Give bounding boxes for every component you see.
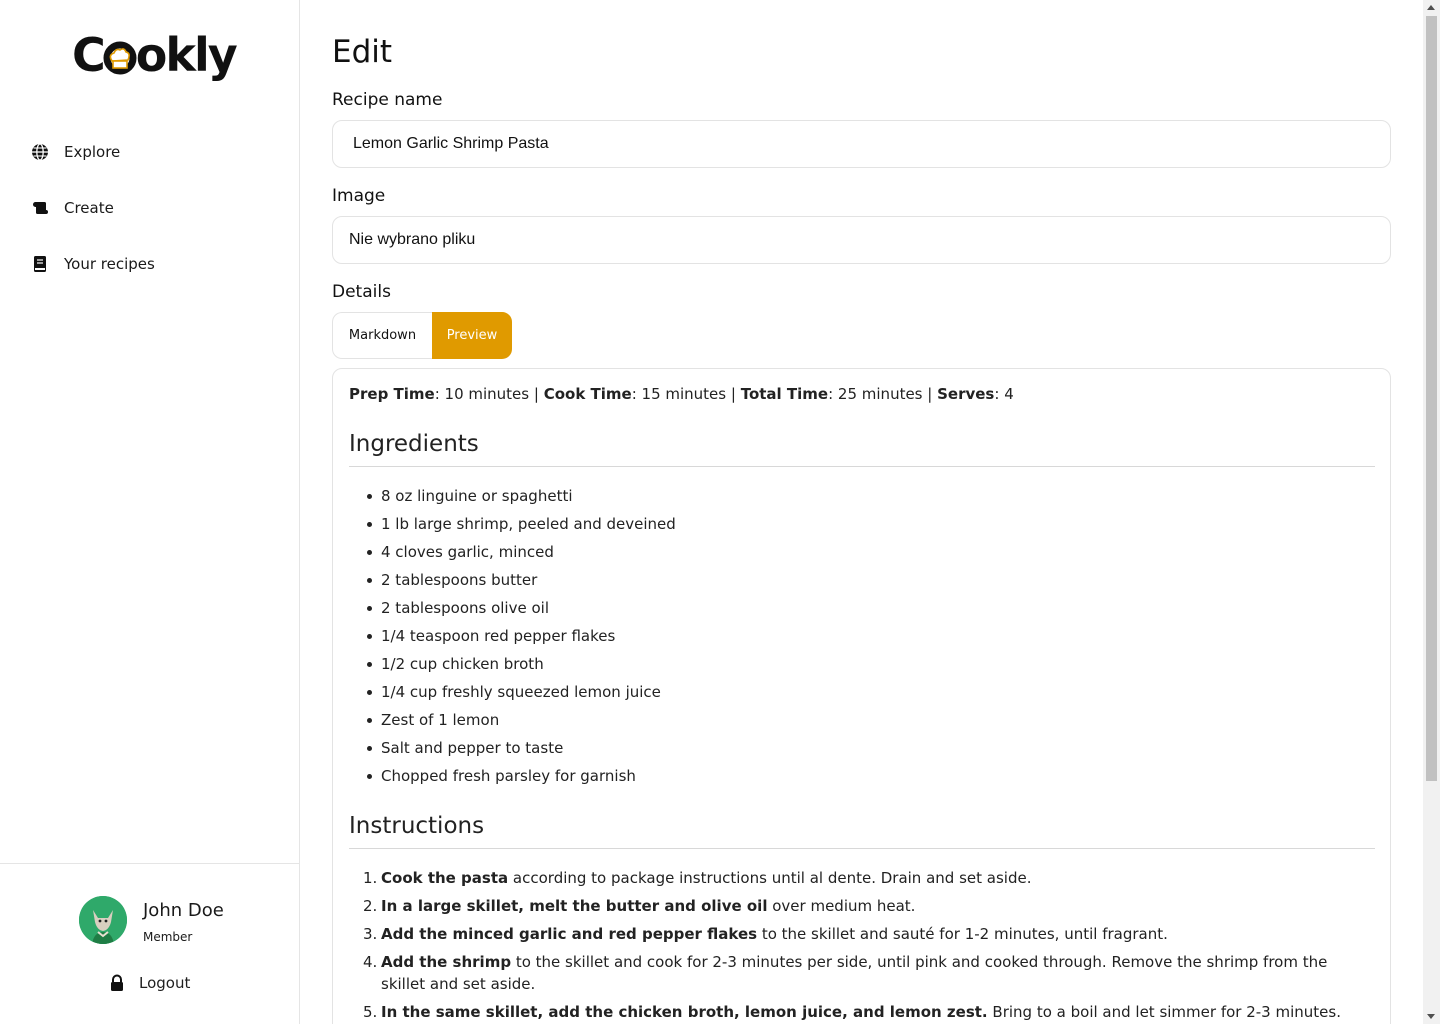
list-item: 4. Add the shrimp to the skillet and cook… xyxy=(363,953,1328,993)
recipe-meta: Prep Time: 10 minutes | Cook Time: 15 mi… xyxy=(349,385,1014,403)
book-icon xyxy=(30,254,50,274)
heading-divider xyxy=(349,466,1375,467)
sidebar-item-label: Your recipes xyxy=(64,255,155,273)
list-item: 1 lb large shrimp, peeled and deveined xyxy=(349,513,676,541)
details-tabs: Markdown Preview xyxy=(332,312,512,359)
image-file-input[interactable]: Nie wybrano pliku xyxy=(332,216,1391,264)
list-item: 2 tablespoons olive oil xyxy=(349,597,676,625)
tab-markdown[interactable]: Markdown xyxy=(332,312,432,359)
main-content: Edit Recipe name Lemon Garlic Shrimp Pas… xyxy=(332,0,1392,1024)
globe-icon xyxy=(30,142,50,162)
meta-key: Serves xyxy=(937,385,995,403)
page-title: Edit xyxy=(332,34,393,70)
list-item: 5. In the same skillet, add the chicken b… xyxy=(363,1003,1341,1021)
image-label: Image xyxy=(332,186,386,206)
logo-text-right: okly xyxy=(135,28,238,82)
list-item: 1. Cook the pasta according to package in… xyxy=(363,869,1032,887)
details-label: Details xyxy=(332,282,391,302)
ingredients-heading: Ingredients xyxy=(349,431,479,457)
meta-value: 10 minutes xyxy=(444,385,530,403)
meta-value: 25 minutes xyxy=(837,385,923,403)
meta-value: 4 xyxy=(1004,385,1014,403)
avatar[interactable] xyxy=(79,896,127,944)
list-item: 1/2 cup chicken broth xyxy=(349,653,676,681)
list-item: Salt and pepper to taste xyxy=(349,737,676,765)
recipe-name-value: Lemon Garlic Shrimp Pasta xyxy=(353,135,549,152)
sidebar-item-explore[interactable]: Explore xyxy=(30,128,155,176)
recipe-name-label: Recipe name xyxy=(332,90,443,110)
sidebar: C okly Explore Create Your recipes John … xyxy=(0,0,300,1024)
user-panel: John Doe Member Logout xyxy=(0,863,300,1024)
sidebar-item-create[interactable]: Create xyxy=(30,184,155,232)
list-item: 8 oz linguine or spaghetti xyxy=(349,485,676,513)
list-item: Chopped fresh parsley for garnish xyxy=(349,765,676,793)
list-item: Zest of 1 lemon xyxy=(349,709,676,737)
list-item: 4 cloves garlic, minced xyxy=(349,541,676,569)
meta-value: 15 minutes xyxy=(641,385,727,403)
tab-preview[interactable]: Preview xyxy=(432,312,512,359)
instructions-heading: Instructions xyxy=(349,813,485,839)
list-item: 3. Add the minced garlic and red pepper f… xyxy=(363,925,1168,943)
logout-label: Logout xyxy=(139,974,191,992)
sidebar-item-your-recipes[interactable]: Your recipes xyxy=(30,240,155,288)
meta-key: Prep Time xyxy=(349,385,435,403)
user-name: John Doe xyxy=(143,900,224,921)
image-file-status: Nie wybrano pliku xyxy=(349,231,476,248)
logout-button[interactable]: Logout xyxy=(108,974,190,992)
scroll-down-icon[interactable] xyxy=(1427,1014,1435,1019)
ingredients-list: 8 oz linguine or spaghetti 1 lb large sh… xyxy=(349,485,676,793)
details-preview: Prep Time: 10 minutes | Cook Time: 15 mi… xyxy=(332,368,1391,1024)
recipe-name-input[interactable]: Lemon Garlic Shrimp Pasta xyxy=(332,120,1391,168)
chef-hat-icon xyxy=(103,35,137,75)
lock-icon xyxy=(108,974,126,992)
heading-divider xyxy=(349,848,1375,849)
sidebar-nav: Explore Create Your recipes xyxy=(30,128,155,296)
scrollbar-thumb[interactable] xyxy=(1426,16,1437,781)
sidebar-item-label: Explore xyxy=(64,143,121,161)
scroll-icon xyxy=(30,198,50,218)
list-item: 2. In a large skillet, melt the butter an… xyxy=(363,897,916,915)
instructions-list: 1. Cook the pasta according to package in… xyxy=(349,867,1359,1024)
list-item: 2 tablespoons butter xyxy=(349,569,676,597)
list-item: 1/4 teaspoon red pepper flakes xyxy=(349,625,676,653)
user-role: Member xyxy=(143,930,193,944)
vertical-scrollbar[interactable] xyxy=(1423,0,1440,1024)
list-item: 1/4 cup freshly squeezed lemon juice xyxy=(349,681,676,709)
meta-key: Cook Time xyxy=(543,385,632,403)
sidebar-item-label: Create xyxy=(64,199,114,217)
meta-key: Total Time xyxy=(740,385,829,403)
cookly-logo[interactable]: C okly xyxy=(72,26,238,84)
logo-text-left: C xyxy=(72,28,106,82)
scroll-up-icon[interactable] xyxy=(1427,5,1435,10)
